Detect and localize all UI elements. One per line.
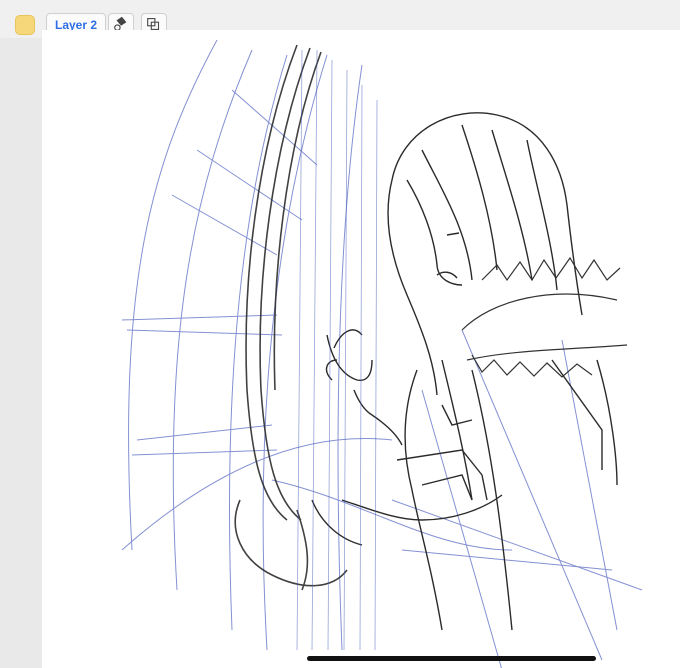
drawing-canvas[interactable] <box>42 30 680 668</box>
left-sidebar <box>0 38 43 668</box>
home-indicator <box>307 656 596 661</box>
layer-color-swatch[interactable] <box>15 15 35 35</box>
sketch-drawing <box>121 39 643 668</box>
pencil-sketch <box>42 30 680 668</box>
